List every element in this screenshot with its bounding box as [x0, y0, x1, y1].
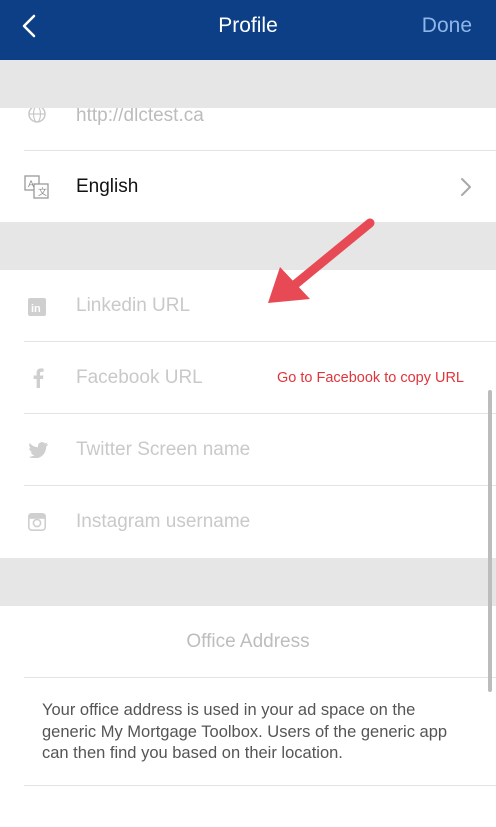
office-address-description: Your office address is used in your ad s…: [42, 701, 448, 762]
section-spacer: [0, 558, 496, 606]
navigation-bar: Profile Done: [0, 0, 496, 60]
divider: [24, 677, 496, 678]
facebook-icon: [32, 368, 58, 392]
website-row[interactable]: http://dlctest.ca: [0, 108, 496, 150]
svg-text:in: in: [31, 303, 41, 315]
section-spacer: [0, 222, 496, 270]
chevron-right-icon: [460, 177, 472, 197]
instagram-icon: [28, 513, 54, 537]
svg-text:A: A: [28, 179, 34, 189]
linkedin-input: Linkedin URL: [76, 295, 191, 316]
facebook-row[interactable]: Facebook URL Go to Facebook to copy URL: [0, 342, 496, 414]
linkedin-row[interactable]: in Linkedin URL: [0, 270, 496, 342]
translate-icon: A 文: [24, 175, 50, 199]
instagram-input: Instagram username: [76, 511, 251, 532]
go-to-facebook-link[interactable]: Go to Facebook to copy URL: [277, 342, 464, 414]
scrollbar[interactable]: [488, 390, 492, 692]
globe-icon: [24, 108, 50, 130]
twitter-row[interactable]: Twitter Screen name: [0, 414, 496, 486]
office-address-title: Office Address: [186, 631, 310, 652]
done-button[interactable]: Done: [422, 0, 472, 52]
section-spacer: [0, 60, 496, 108]
instagram-row[interactable]: Instagram username: [0, 486, 496, 558]
twitter-icon: [28, 442, 54, 466]
annotation-arrow: [268, 218, 375, 303]
language-value: English: [76, 176, 139, 197]
facebook-input: Facebook URL: [76, 367, 203, 388]
linkedin-icon: in: [28, 298, 54, 322]
divider: [24, 785, 496, 786]
language-row[interactable]: A 文 English: [0, 151, 496, 223]
website-value: http://dlctest.ca: [76, 108, 204, 126]
svg-text:文: 文: [38, 186, 47, 197]
twitter-input: Twitter Screen name: [76, 439, 251, 460]
